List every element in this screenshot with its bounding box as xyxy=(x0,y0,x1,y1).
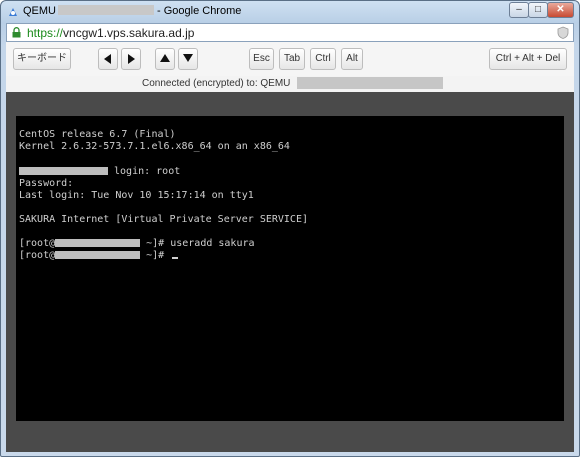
address-bar[interactable]: https://vncgw1.vps.sakura.ad.jp xyxy=(6,23,574,42)
terminal-line: login: root xyxy=(19,166,180,178)
terminal-line: Password: xyxy=(19,178,74,189)
ctrl-button[interactable]: Ctrl xyxy=(310,48,336,70)
arrow-left-button[interactable] xyxy=(98,48,118,70)
arrow-up-icon xyxy=(160,54,170,62)
command-text: ~]# xyxy=(140,250,171,261)
browser-window: QEMU - Google Chrome – □ ✕ https://vncgw1… xyxy=(0,0,580,457)
arrow-right-button[interactable] xyxy=(121,48,141,70)
title-bar[interactable]: QEMU - Google Chrome – □ ✕ xyxy=(1,1,579,23)
ctrl-alt-del-button[interactable]: Ctrl + Alt + Del xyxy=(489,48,567,70)
arrow-down-icon xyxy=(183,54,193,62)
command-text: ~]# useradd sakura xyxy=(140,238,255,249)
terminal-line: [root@ ~]# xyxy=(19,250,179,262)
terminal-line: [root@ ~]# useradd sakura xyxy=(19,238,255,250)
app-icon xyxy=(9,8,17,16)
window-title: QEMU - Google Chrome xyxy=(23,5,241,17)
vnc-toolbar: キーボード Esc Tab Ctrl Alt Ctrl + Alt + Del xyxy=(6,42,574,76)
arrow-up-button[interactable] xyxy=(155,48,175,70)
login-text: login: root xyxy=(108,166,181,177)
prompt-open: [root@ xyxy=(19,238,56,249)
esc-button[interactable]: Esc xyxy=(249,48,274,70)
window-title-suffix: - Google Chrome xyxy=(157,5,242,17)
arrow-left-icon xyxy=(104,54,111,64)
status-text: Connected (encrypted) to: QEMU xyxy=(142,78,291,89)
redacted-block xyxy=(19,167,108,175)
terminal-line: CentOS release 6.7 (Final) xyxy=(19,129,176,140)
terminal-line: Kernel 2.6.32-573.7.1.el6.x86_64 on an x… xyxy=(19,141,290,152)
url-text[interactable]: https://vncgw1.vps.sakura.ad.jp xyxy=(27,26,194,40)
redacted-block xyxy=(55,251,141,259)
terminal-screen[interactable]: CentOS release 6.7 (Final) Kernel 2.6.32… xyxy=(16,116,564,421)
vnc-viewer: キーボード Esc Tab Ctrl Alt Ctrl + Alt + Del … xyxy=(6,42,574,452)
redacted-block xyxy=(297,77,443,89)
arrow-right-icon xyxy=(128,54,135,64)
keyboard-button[interactable]: キーボード xyxy=(13,48,71,70)
maximize-button[interactable]: □ xyxy=(528,2,548,18)
close-button[interactable]: ✕ xyxy=(547,2,574,18)
tab-button[interactable]: Tab xyxy=(279,48,305,70)
url-host: vncgw1.vps.sakura.ad.jp xyxy=(63,26,195,40)
arrow-down-button[interactable] xyxy=(178,48,198,70)
terminal-cursor xyxy=(172,257,179,259)
window-title-prefix: QEMU xyxy=(23,5,56,17)
minimize-button[interactable]: – xyxy=(509,2,529,18)
alt-button[interactable]: Alt xyxy=(341,48,363,70)
connection-status: Connected (encrypted) to: QEMU xyxy=(6,76,574,92)
vnc-stage: CentOS release 6.7 (Final) Kernel 2.6.32… xyxy=(6,92,574,452)
terminal-line: Last login: Tue Nov 10 15:17:14 on tty1 xyxy=(19,190,254,201)
redacted-block xyxy=(58,5,154,15)
redacted-block xyxy=(55,239,141,247)
prompt-open: [root@ xyxy=(19,250,56,261)
lock-icon xyxy=(12,27,21,38)
terminal-line: SAKURA Internet [Virtual Private Server … xyxy=(19,214,308,225)
url-scheme: https:// xyxy=(27,26,64,40)
shield-icon[interactable] xyxy=(557,26,569,39)
